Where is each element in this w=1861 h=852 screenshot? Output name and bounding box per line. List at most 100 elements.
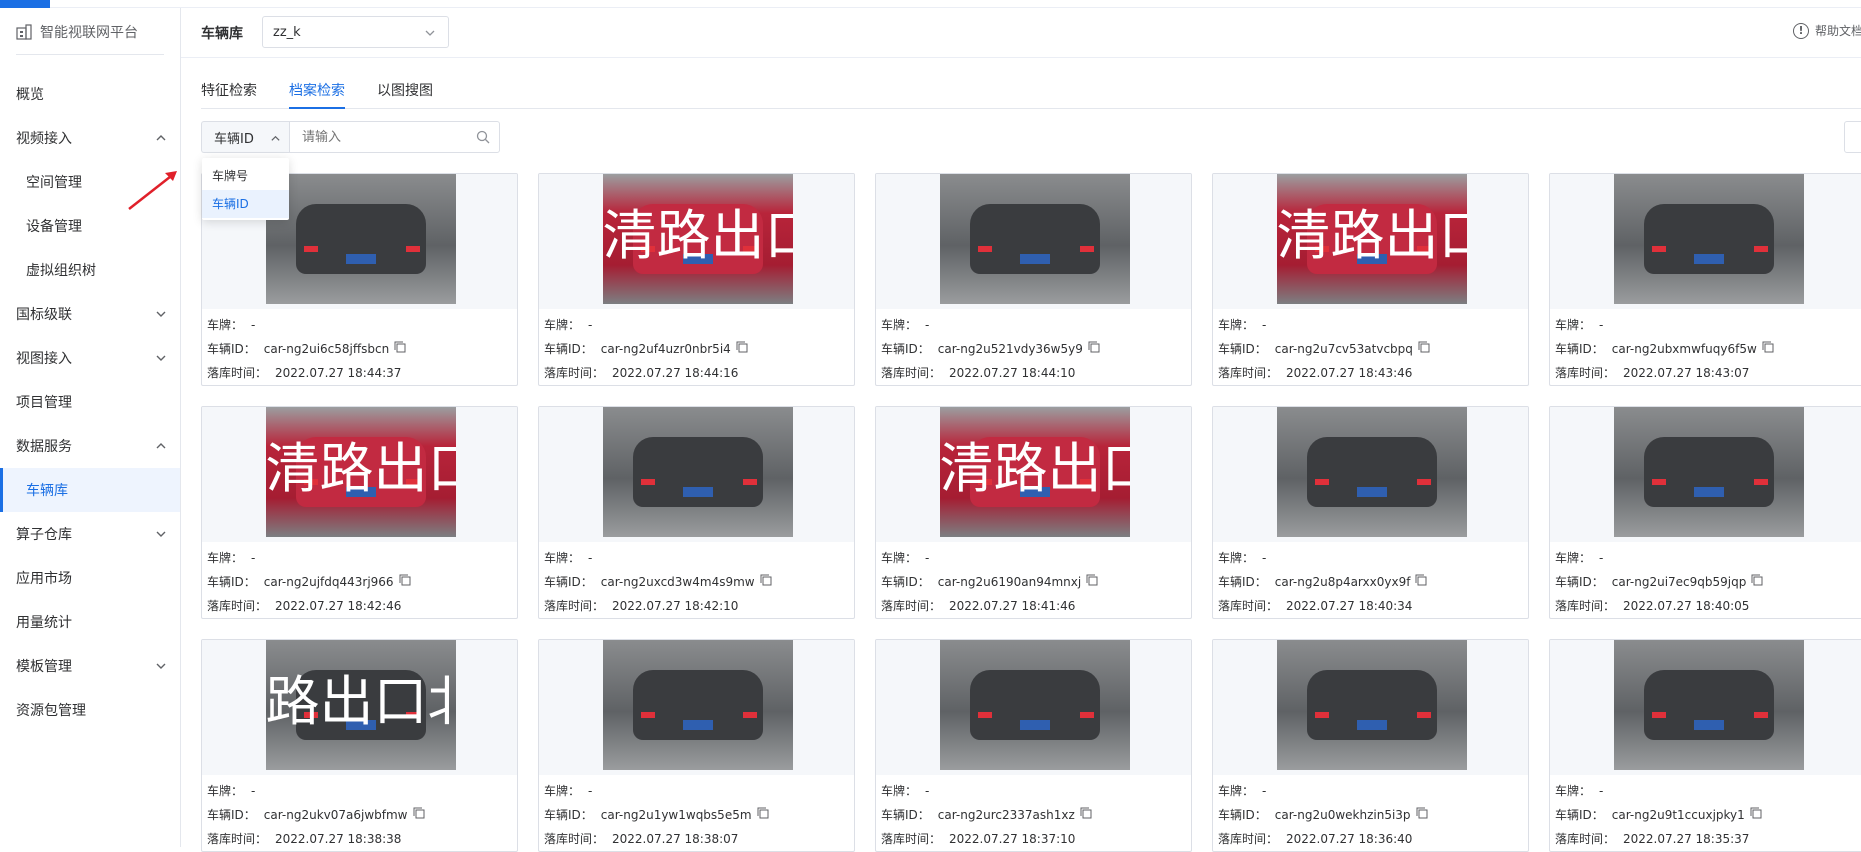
vehicle-thumbnail: 清路出口 [876, 407, 1191, 542]
copy-icon[interactable] [736, 338, 748, 360]
copy-icon[interactable] [399, 571, 411, 593]
vehicle-card[interactable]: 清路出口车牌：- 车辆ID： car-ng2u7cv53atvcbpq 落库时间： 20… [1212, 173, 1529, 386]
field-label: 车牌： [1218, 551, 1255, 565]
vehicle-id-row: 车辆ID： car-ng2u9t1ccuxjpky1 [1555, 803, 1861, 827]
tail-lamp [1651, 479, 1666, 485]
vehicle-card[interactable]: 路出口北车牌：- 车辆ID： car-ng2ukv07a6jwbfmw 落库时间：20… [201, 639, 518, 852]
vehicle-card[interactable]: 车牌： - 车辆ID： car-ng2u9t1ccuxjpky1 落库时间： 2022.0… [1549, 639, 1861, 852]
plate-row: 车牌： - [881, 313, 1191, 337]
vehicle-card[interactable]: 清路出口车牌：- 车辆ID： car-ng2ujfdq443rj966 落库时间： 20… [201, 406, 518, 619]
library-select[interactable]: zz_k [262, 16, 449, 48]
sidebar-item[interactable]: 概览 [0, 72, 180, 116]
sidebar-item[interactable]: 资源包管理 [0, 688, 180, 732]
copy-icon[interactable] [1086, 571, 1098, 593]
search-type-value: 车辆ID [214, 131, 254, 147]
vehicle-card[interactable]: 车牌： - 车辆ID： car-ng2u0wekhzin5i3p 落库时间： 2022.0… [1212, 639, 1529, 852]
sidebar-item[interactable]: 虚拟组织树 [0, 248, 180, 292]
photo-overlay-text: 清路出口 [602, 204, 793, 267]
vehicle-card[interactable]: 车牌： - 车辆ID： car-ng2u521vdy36w5y9 落库时间： 2022.0… [875, 173, 1192, 386]
vehicle-card[interactable]: 车牌： - 车辆ID： car-ng2ui7ec9qb59jqp 落库时间： 2022.0… [1549, 406, 1861, 619]
field-label: 落库时间： [1555, 366, 1616, 380]
time-row: 落库时间： 2022.07.27 18:43:46 [1218, 361, 1528, 385]
chevron-down-icon [156, 355, 166, 361]
field-label: 落库时间： [544, 366, 605, 380]
copy-icon[interactable] [1415, 571, 1427, 593]
tail-lamp [1079, 712, 1094, 718]
sidebar-item[interactable]: 算子仓库 [0, 512, 180, 556]
sidebar-item[interactable]: 视图接入 [0, 336, 180, 380]
vehicle-info: 车牌： - 车辆ID： car-ng2u6190an94mnxj 落库时间： 2022.0… [876, 542, 1191, 618]
copy-icon[interactable] [1416, 804, 1428, 826]
sidebar-item-label: 概览 [16, 87, 44, 103]
copy-icon[interactable] [1080, 804, 1092, 826]
sidebar-item[interactable]: 用量统计 [0, 600, 180, 644]
copy-icon[interactable] [760, 571, 772, 593]
search-icon[interactable] [476, 130, 490, 144]
field-label: 车辆ID： [544, 575, 593, 589]
vehicle-card[interactable]: 清路出口车牌：- 车辆ID： car-ng2u6190an94mnxj 落库时间： 20… [875, 406, 1192, 619]
field-value: - [588, 784, 593, 798]
copy-icon[interactable] [1750, 804, 1762, 826]
copy-icon[interactable] [1762, 338, 1774, 360]
vehicle-card[interactable]: 车牌： - 车辆ID： car-ng2u8p4arxx0yx9f 落库时间： 2022.0… [1212, 406, 1529, 619]
vehicle-card[interactable]: 车牌： - 车辆ID： car-ng2ubxmwfuqy6f5w 落库时间： 2022.0… [1549, 173, 1861, 386]
field-value: car-ng2u0wekhzin5i3p [1274, 808, 1411, 822]
time-row: 落库时间： 2022.07.27 18:35:37 [1555, 827, 1861, 851]
tab-item[interactable]: 以图搜图 [377, 72, 433, 109]
field-label: 车牌： [207, 551, 244, 565]
field-value: - [1599, 551, 1604, 565]
sidebar-item-label: 虚拟组织树 [26, 263, 96, 279]
tab-item[interactable]: 档案检索 [289, 72, 345, 109]
sidebar-item[interactable]: 国标级联 [0, 292, 180, 336]
copy-icon[interactable] [1751, 571, 1763, 593]
dropdown-option-vehicle-id[interactable]: 车辆ID [202, 190, 289, 218]
sidebar-item-label: 用量统计 [16, 615, 72, 631]
vehicle-card[interactable]: 清路出口车牌：- 车辆ID： car-ng2uf4uzr0nbr5i4 落库时间： 20… [538, 173, 855, 386]
field-label: 落库时间： [544, 599, 605, 613]
tail-lamp [1753, 246, 1768, 252]
sidebar-item-label: 视频接入 [16, 131, 72, 147]
field-value: - [1599, 318, 1604, 332]
sidebar-item[interactable]: 应用市场 [0, 556, 180, 600]
field-value: - [251, 551, 256, 565]
search-input[interactable] [289, 121, 500, 153]
copy-icon[interactable] [1088, 338, 1100, 360]
tab-item[interactable]: 特征检索 [201, 72, 257, 109]
tail-lamp [1753, 712, 1768, 718]
photo-overlay-text: 清路出口 [265, 437, 456, 500]
photo-overlay-text: 路出口北 [265, 670, 456, 733]
field-label: 落库时间： [1218, 599, 1279, 613]
tail-lamp [742, 479, 757, 485]
copy-icon[interactable] [757, 804, 769, 826]
plate-row: 车牌： - [544, 779, 854, 803]
vehicle-id-row: 车辆ID： car-ng2u521vdy36w5y9 [881, 337, 1191, 361]
sidebar-item[interactable]: 模板管理 [0, 644, 180, 688]
copy-icon[interactable] [413, 804, 425, 826]
help-doc-link[interactable]: ! 帮助文档 [1793, 22, 1861, 39]
copy-icon[interactable] [1418, 338, 1430, 360]
time-row: 落库时间： 2022.07.27 18:42:10 [544, 594, 854, 618]
vehicle-card[interactable]: 车牌： - 车辆ID： car-ng2u1yw1wqbs5e5m 落库时间： 2022.0… [538, 639, 855, 852]
plate-row: 车牌： - [544, 546, 854, 570]
refresh-button[interactable] [1844, 121, 1861, 153]
sidebar-item[interactable]: 数据服务 [0, 424, 180, 468]
vehicle-id-row: 车辆ID： car-ng2u8p4arxx0yx9f [1218, 570, 1528, 594]
vehicle-card[interactable]: 车牌： - 车辆ID： car-ng2urc2337ash1xz 落库时间： 2022.0… [875, 639, 1192, 852]
sidebar-item-label: 设备管理 [26, 219, 82, 235]
field-label: 车牌： [1555, 551, 1592, 565]
field-value: car-ng2u9t1ccuxjpky1 [1611, 808, 1745, 822]
sidebar-item[interactable]: 车辆库 [0, 468, 180, 512]
search-type-select[interactable]: 车辆ID [201, 121, 289, 153]
field-value: car-ng2uf4uzr0nbr5i4 [600, 342, 731, 356]
field-label: 车牌： [207, 318, 244, 332]
copy-icon[interactable] [394, 338, 406, 360]
license-plate [1019, 254, 1050, 264]
vehicle-info: 车牌： - 车辆ID： car-ng2u9t1ccuxjpky1 落库时间： 2022.0… [1550, 775, 1861, 851]
plate-row: 车牌： - [1555, 313, 1861, 337]
sidebar-item-label: 车辆库 [26, 483, 68, 499]
sidebar-item[interactable]: 项目管理 [0, 380, 180, 424]
vehicle-card[interactable]: 车牌： - 车辆ID： car-ng2uxcd3w4m4s9mw 落库时间： 2022.0… [538, 406, 855, 619]
dropdown-option-plate[interactable]: 车牌号 [202, 162, 289, 190]
sidebar-item[interactable]: 视频接入 [0, 116, 180, 160]
plate-row: 车牌： - [544, 313, 854, 337]
